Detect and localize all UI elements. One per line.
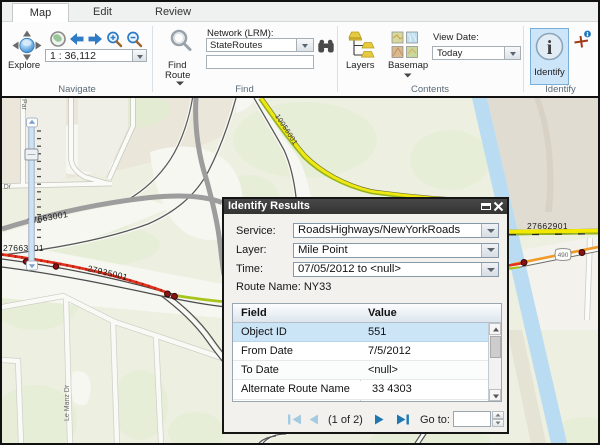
svg-text:Par: Par <box>20 99 27 111</box>
svg-text:27662901: 27662901 <box>527 221 568 231</box>
svg-text:Dr: Dr <box>3 183 12 191</box>
svg-text:27663101: 27663101 <box>3 243 44 253</box>
svg-text:Le Manz Dr: Le Manz Dr <box>64 384 71 421</box>
svg-text:490: 490 <box>558 252 569 259</box>
